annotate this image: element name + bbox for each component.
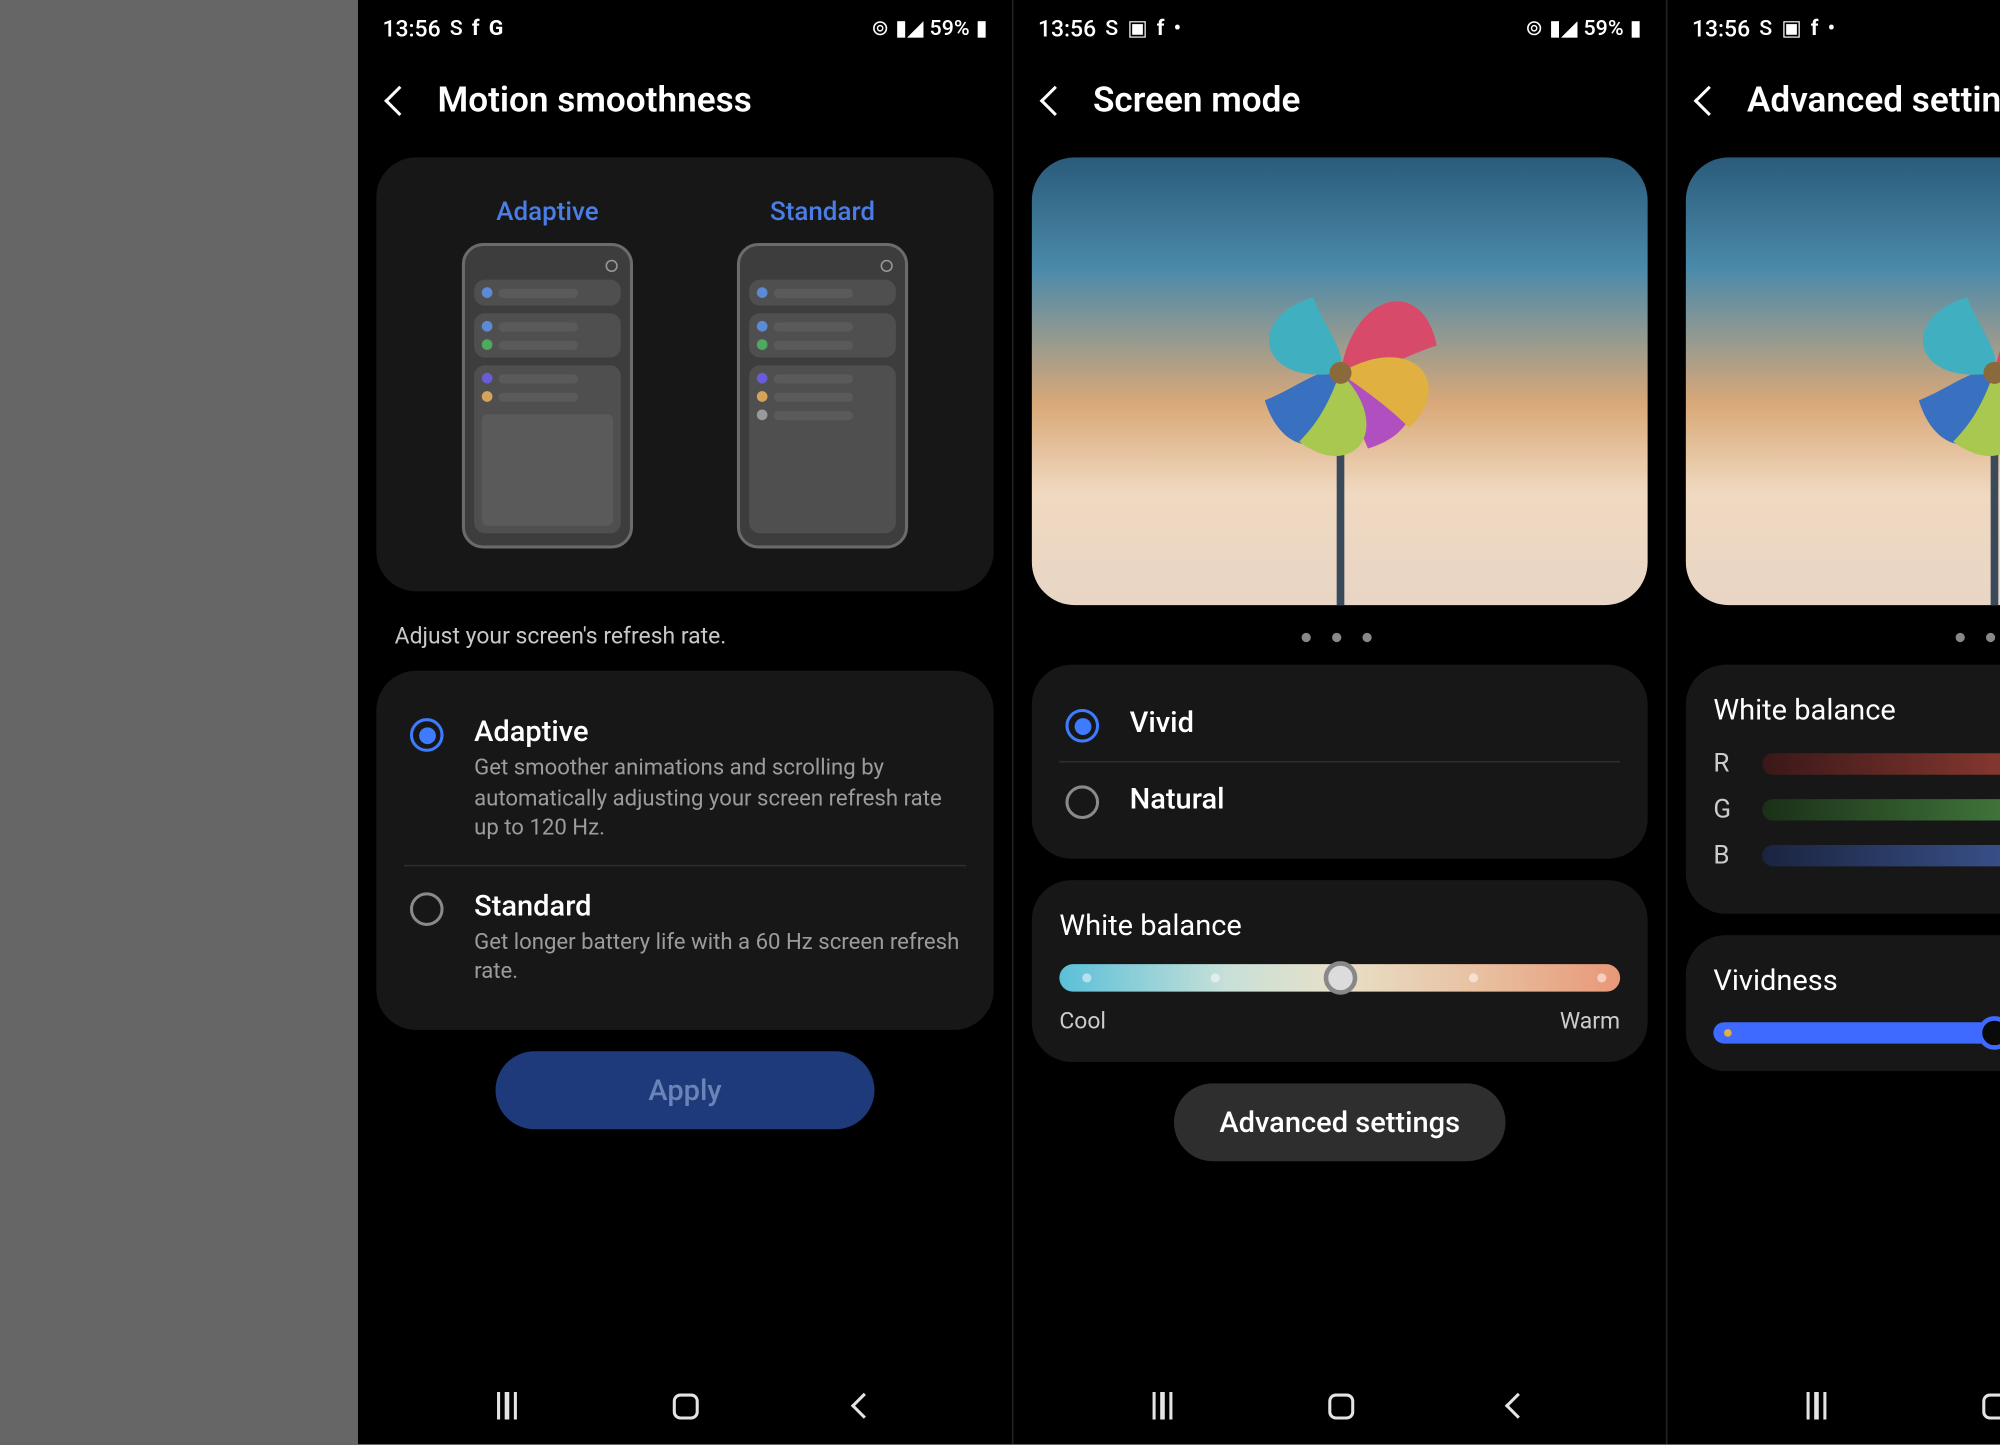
vividness-card: Vividness — [1685, 935, 2000, 1071]
mock-phone-adaptive — [461, 243, 632, 549]
options-card: Adaptive Get smoother animations and scr… — [376, 671, 993, 1030]
mock-phone-standard — [736, 243, 907, 549]
option-vivid[interactable]: Vivid — [1059, 686, 1620, 761]
wb-thumb[interactable] — [1322, 961, 1356, 995]
option-title: Natural — [1129, 781, 1224, 816]
helper-text: Adjust your screen's refresh rate. — [358, 613, 1012, 671]
preview-image[interactable] — [1685, 157, 2000, 605]
status-bar: 13:56 S ▣ f • ⊚ ▮◢ 59% ▮ — [1667, 0, 2000, 52]
nav-bar — [1667, 1368, 2000, 1444]
option-title: Adaptive — [474, 714, 960, 749]
nav-bar — [1013, 1368, 1665, 1444]
option-title: Vivid — [1129, 704, 1193, 739]
option-title: Standard — [474, 887, 960, 922]
gallery-icon: ▣ — [1781, 17, 1801, 41]
nav-home-icon[interactable] — [673, 1393, 699, 1419]
back-icon[interactable] — [384, 85, 414, 115]
back-icon[interactable] — [1039, 85, 1069, 115]
radio-icon — [1065, 785, 1099, 819]
wb-warm-label: Warm — [1559, 1007, 1619, 1035]
slider-r[interactable]: R — [1713, 749, 2000, 780]
preview-standard-label: Standard — [769, 197, 874, 228]
phone-advanced-settings: 13:56 S ▣ f • ⊚ ▮◢ 59% ▮ Advanced settin… — [1665, 0, 2000, 1444]
rgb-wb-card: White balance R G B — [1685, 665, 2000, 914]
status-app-icon: S — [449, 17, 462, 41]
status-time: 13:56 — [382, 15, 440, 43]
gallery-icon: ▣ — [1127, 17, 1147, 41]
wifi-icon: ⊚ — [1525, 17, 1543, 41]
option-desc: Get longer battery life with a 60 Hz scr… — [474, 927, 960, 987]
battery-icon: ▮ — [1629, 17, 1641, 41]
nav-home-icon[interactable] — [1981, 1393, 2000, 1419]
advanced-settings-button[interactable]: Advanced settings — [1173, 1083, 1505, 1161]
radio-icon — [409, 718, 443, 752]
vividness-title: Vividness — [1713, 963, 2000, 998]
apply-button[interactable]: Apply — [495, 1051, 874, 1129]
battery-icon: ▮ — [975, 17, 987, 41]
carousel-dots[interactable]: ● ● ● — [1667, 617, 2000, 664]
option-desc: Get smoother animations and scrolling by… — [474, 753, 960, 843]
nav-home-icon[interactable] — [1327, 1393, 1353, 1419]
nav-bar — [358, 1368, 1012, 1444]
more-icon: • — [1827, 17, 1834, 41]
option-adaptive[interactable]: Adaptive Get smoother animations and scr… — [403, 692, 965, 864]
preview-adaptive-label: Adaptive — [496, 197, 598, 228]
status-bar: 13:56 S f G ⊚ ▮◢ 59% ▮ — [358, 0, 1012, 52]
battery-percent: 59% — [929, 17, 969, 41]
wb-cool-label: Cool — [1059, 1007, 1106, 1035]
wb-title: White balance — [1713, 692, 2000, 727]
google-icon: G — [488, 17, 503, 41]
back-icon[interactable] — [1693, 85, 1723, 115]
page-title: Screen mode — [1092, 79, 1299, 120]
b-label: B — [1713, 840, 1741, 871]
nav-back-icon[interactable] — [1505, 1393, 1531, 1419]
facebook-icon: f — [1156, 17, 1164, 41]
wb-slider[interactable] — [1059, 964, 1620, 992]
pinwheel-illustration — [1856, 235, 2000, 510]
option-standard[interactable]: Standard Get longer battery life with a … — [403, 864, 965, 1008]
carousel-dots[interactable]: ● ● ● — [1013, 617, 1665, 664]
mode-options-card: Vivid Natural — [1031, 665, 1647, 859]
wifi-icon: ⊚ — [871, 17, 889, 41]
nav-recents-icon[interactable] — [496, 1392, 517, 1420]
signal-icon: ▮◢ — [1549, 17, 1577, 41]
page-title: Advanced settings — [1746, 79, 2000, 120]
facebook-icon: f — [1810, 17, 1818, 41]
phone-motion-smoothness: 13:56 S f G ⊚ ▮◢ 59% ▮ Motion smoothness… — [358, 0, 1012, 1444]
radio-icon — [409, 892, 443, 926]
slider-b[interactable]: B — [1713, 840, 2000, 871]
phone-screen-mode: 13:56 S ▣ f • ⊚ ▮◢ 59% ▮ Screen mode — [1011, 0, 1665, 1444]
status-app-icon: S — [1105, 17, 1118, 41]
facebook-icon: f — [471, 17, 479, 41]
status-time: 13:56 — [1691, 15, 1749, 43]
nav-back-icon[interactable] — [850, 1393, 876, 1419]
preview-standard[interactable]: Standard — [700, 197, 944, 548]
nav-recents-icon[interactable] — [1152, 1392, 1173, 1420]
wb-title: White balance — [1059, 908, 1620, 943]
preview-adaptive[interactable]: Adaptive — [425, 197, 669, 548]
more-icon: • — [1173, 17, 1180, 41]
preview-image[interactable] — [1031, 157, 1647, 605]
slider-g[interactable]: G — [1713, 795, 2000, 826]
pinwheel-illustration — [1202, 235, 1477, 510]
status-time: 13:56 — [1037, 15, 1095, 43]
battery-percent: 59% — [1583, 17, 1623, 41]
vividness-thumb[interactable] — [1976, 1016, 2000, 1050]
status-bar: 13:56 S ▣ f • ⊚ ▮◢ 59% ▮ — [1013, 0, 1665, 52]
white-balance-card: White balance Cool Warm — [1031, 880, 1647, 1062]
page-title: Motion smoothness — [437, 79, 751, 120]
g-label: G — [1713, 795, 1741, 826]
status-app-icon: S — [1759, 17, 1772, 41]
nav-recents-icon[interactable] — [1806, 1392, 1827, 1420]
preview-card: Adaptive Standard — [376, 157, 993, 591]
signal-icon: ▮◢ — [895, 17, 923, 41]
r-label: R — [1713, 749, 1741, 780]
option-natural[interactable]: Natural — [1059, 761, 1620, 837]
vividness-slider[interactable] — [1713, 1022, 2000, 1043]
radio-icon — [1065, 709, 1099, 743]
